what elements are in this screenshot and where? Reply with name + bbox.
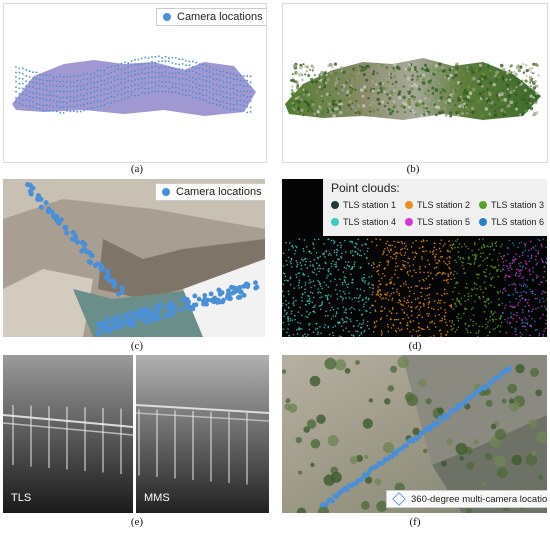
- camera-marker-icon: [163, 13, 171, 21]
- caption-e: (e): [130, 516, 144, 528]
- panel-a: Camera locations: [3, 3, 267, 163]
- caption-b: (b): [406, 163, 420, 175]
- panel-b: [282, 3, 548, 163]
- point-cloud-legend: Point clouds: TLS station 1 TLS station …: [323, 179, 547, 236]
- caption-c: (c): [130, 340, 144, 352]
- camera-marker-icon: [162, 188, 170, 196]
- caption-a: (a): [130, 163, 144, 175]
- caption-d: (d): [408, 340, 422, 352]
- legend-item-station-3: TLS station 3: [479, 200, 544, 210]
- legend-item-station-2: TLS station 2: [405, 200, 470, 210]
- camera-legend-label: Camera locations: [177, 11, 263, 23]
- panel-f: 360-degree multi-camera locations: [282, 355, 547, 513]
- camera-legend: Camera locations: [156, 8, 266, 26]
- legend-label: TLS station 4: [343, 217, 397, 227]
- tls-mms-comparison-render: [3, 355, 269, 513]
- legend-label: TLS station 3: [491, 200, 545, 210]
- legend-item-station-5: TLS station 5: [405, 217, 470, 227]
- point-cloud-points: [282, 238, 547, 337]
- caption-f: (f): [409, 516, 421, 528]
- camera-mesh-render: [12, 55, 256, 116]
- legend-marker-icon: [331, 218, 339, 226]
- panel-e: TLS MMS: [3, 355, 269, 513]
- legend-label: TLS station 6: [491, 217, 545, 227]
- legend-item-station-4: TLS station 4: [331, 217, 396, 227]
- legend-marker-icon: [405, 218, 413, 226]
- legend-marker-icon: [479, 218, 487, 226]
- legend-title: Point clouds:: [331, 181, 400, 195]
- camera-legend-label: Camera locations: [176, 186, 262, 198]
- legend-label: TLS station 5: [417, 217, 471, 227]
- legend-label: TLS station 1: [343, 200, 397, 210]
- legend-marker-icon: [331, 201, 339, 209]
- orthophoto-camera-render: [3, 179, 265, 337]
- multicamera-legend-label: 360-degree multi-camera locations: [411, 493, 547, 505]
- legend-item-station-1: TLS station 1: [331, 200, 396, 210]
- multicamera-legend: 360-degree multi-camera locations: [386, 490, 547, 508]
- cube-icon: [392, 492, 406, 506]
- camera-legend: Camera locations: [155, 183, 265, 201]
- tls-label: TLS: [11, 492, 32, 504]
- textured-model-render: [285, 58, 541, 120]
- legend-marker-icon: [405, 201, 413, 209]
- legend-item-station-6: TLS station 6: [479, 217, 544, 227]
- legend-label: TLS station 2: [417, 200, 471, 210]
- mms-label: MMS: [144, 492, 170, 504]
- legend-marker-icon: [479, 201, 487, 209]
- panel-c: Camera locations: [3, 179, 265, 337]
